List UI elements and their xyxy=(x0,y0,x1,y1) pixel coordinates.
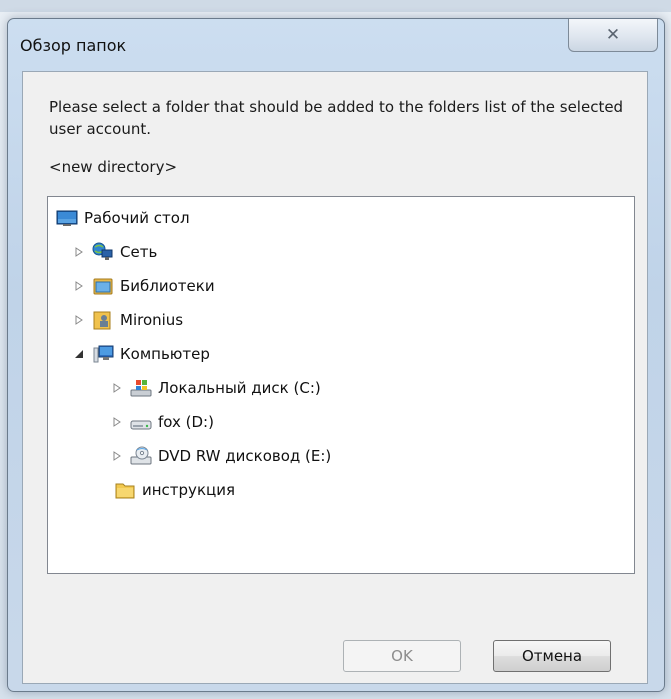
desktop-icon xyxy=(56,208,78,228)
expand-arrow-icon[interactable] xyxy=(72,279,86,293)
tree-item-user[interactable]: Mironius xyxy=(72,307,183,333)
tree-item-label: DVD RW дисковод (E:) xyxy=(158,447,332,465)
computer-icon xyxy=(92,344,114,364)
system-disk-icon xyxy=(130,378,152,398)
cancel-button[interactable]: Отмена xyxy=(493,640,611,672)
folder-tree[interactable]: Рабочий стол Сеть Библиотеки Mironius Ко… xyxy=(47,196,635,574)
hard-drive-icon xyxy=(130,412,152,432)
title-bar[interactable]: Обзор папок ✕ xyxy=(8,19,664,71)
tree-item-label: Mironius xyxy=(120,311,184,329)
expand-arrow-icon[interactable] xyxy=(72,313,86,327)
dialog-title: Обзор папок xyxy=(20,36,127,55)
folder-icon xyxy=(114,480,136,500)
tree-item-computer[interactable]: Компьютер xyxy=(72,341,210,367)
tree-item-label: fox (D:) xyxy=(158,413,214,431)
expand-arrow-icon[interactable] xyxy=(110,381,124,395)
tree-item-disk-c[interactable]: Локальный диск (C:) xyxy=(110,375,321,401)
dvd-drive-icon xyxy=(130,446,152,466)
tree-item-label: Компьютер xyxy=(120,345,210,363)
selected-folder-path: <new directory> xyxy=(49,158,178,176)
tree-item-label: Сеть xyxy=(120,243,158,261)
browse-folders-dialog: Обзор папок ✕ Please select a folder tha… xyxy=(7,18,665,692)
collapse-arrow-icon[interactable] xyxy=(72,347,86,361)
background-strip xyxy=(0,0,671,12)
close-icon: ✕ xyxy=(605,25,621,45)
tree-item-label: инструкция xyxy=(142,481,235,499)
tree-item-disk-d[interactable]: fox (D:) xyxy=(110,409,214,435)
tree-item-libraries[interactable]: Библиотеки xyxy=(72,273,215,299)
libraries-icon xyxy=(92,276,114,296)
network-icon xyxy=(92,242,114,262)
tree-item-label: Локальный диск (C:) xyxy=(158,379,321,397)
user-folder-icon xyxy=(92,310,114,330)
tree-item-desktop[interactable]: Рабочий стол xyxy=(56,205,190,231)
expand-arrow-icon[interactable] xyxy=(110,415,124,429)
dialog-client-area: Please select a folder that should be ad… xyxy=(22,71,648,684)
tree-item-dvd-e[interactable]: DVD RW дисковод (E:) xyxy=(110,443,331,469)
tree-item-network[interactable]: Сеть xyxy=(72,239,157,265)
expand-arrow-icon[interactable] xyxy=(110,449,124,463)
tree-item-folder[interactable]: инструкция xyxy=(114,477,235,503)
ok-button[interactable]: OK xyxy=(343,640,461,672)
tree-item-label: Библиотеки xyxy=(120,277,215,295)
expand-arrow-icon[interactable] xyxy=(72,245,86,259)
instruction-text: Please select a folder that should be ad… xyxy=(49,98,624,138)
close-button[interactable]: ✕ xyxy=(568,19,658,52)
tree-item-label: Рабочий стол xyxy=(84,209,190,227)
